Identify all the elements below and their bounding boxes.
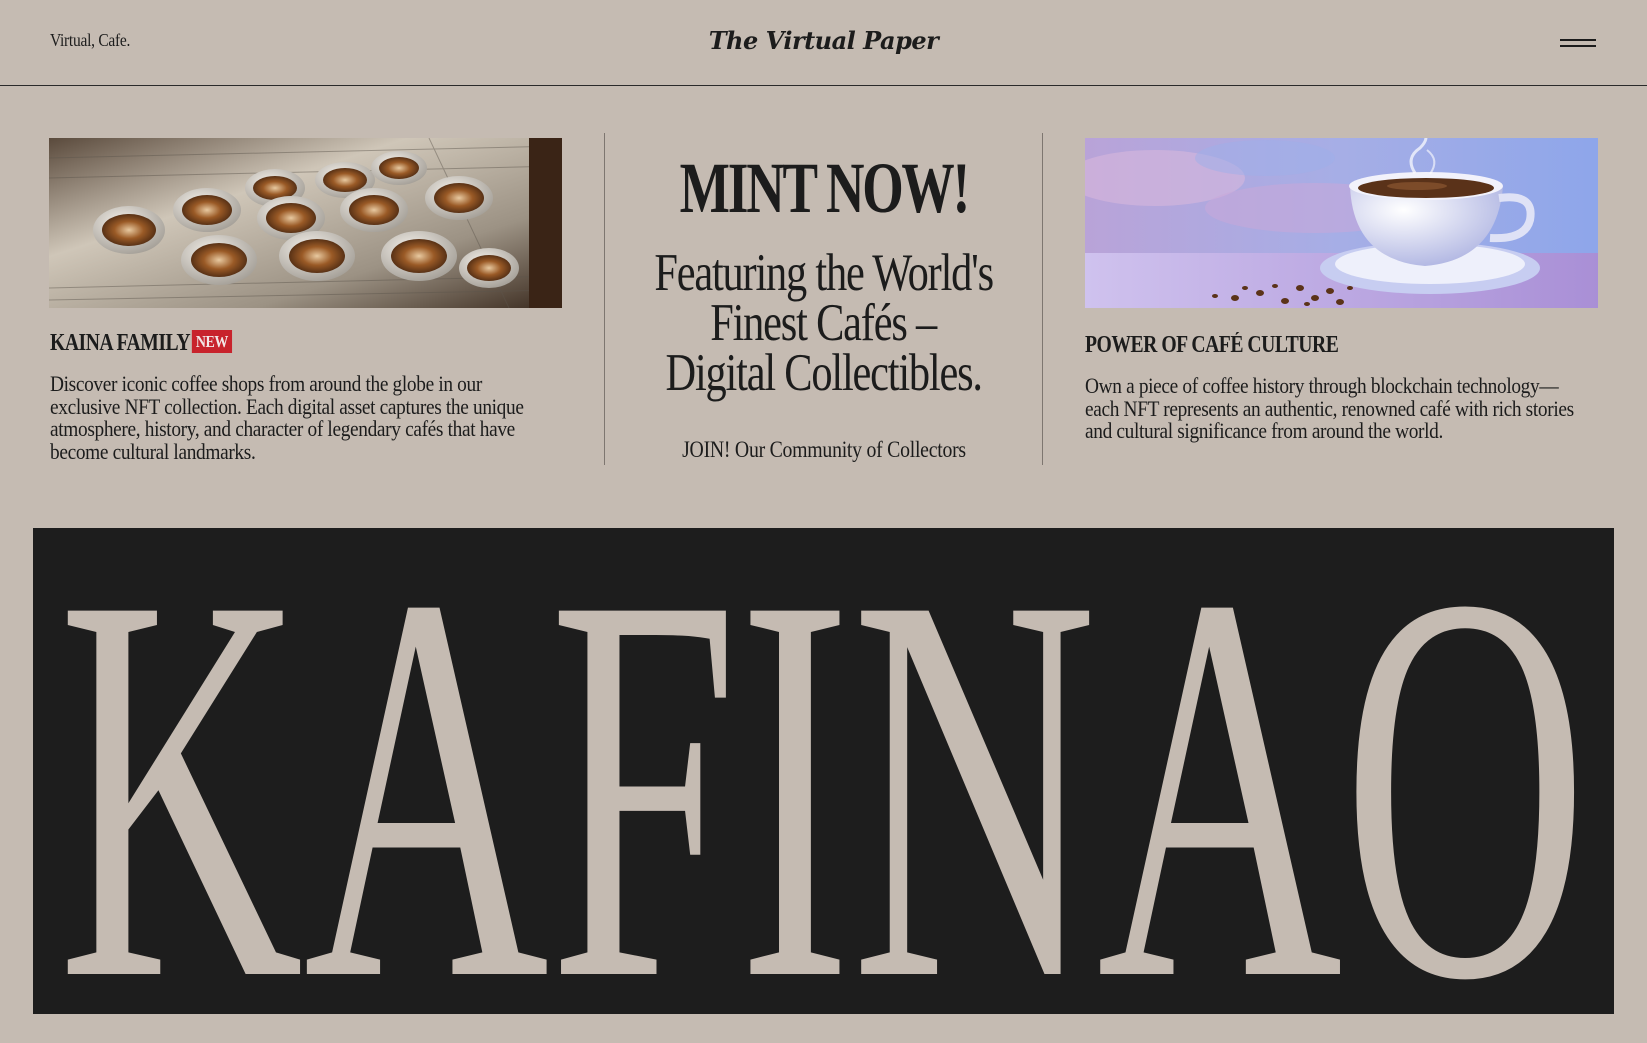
tagline-line-1: Featuring the World's (654, 244, 994, 302)
collectibles-tagline: Featuring the World's Finest Cafés – Dig… (605, 244, 1042, 402)
power-of-cafe-culture-heading[interactable]: POWER OF CAFÉ CULTURE (1085, 332, 1339, 359)
column-divider-right (1042, 133, 1043, 465)
cafe-culture-description: Own a piece of coffee history through bl… (1085, 373, 1574, 443)
menu-bar-bottom (1560, 45, 1596, 47)
kaina-family-description: Discover iconic coffee shops from around… (50, 371, 524, 464)
kafinao-banner: KAFINAO (33, 528, 1614, 1014)
kaina-family-heading[interactable]: KAINA FAMILY NEW (50, 330, 233, 357)
join-community-text: JOIN! Our Community of Collectors (681, 437, 966, 462)
menu-bar-top (1560, 39, 1596, 41)
kaina-family-title: KAINA FAMILY (50, 330, 191, 356)
hamburger-icon[interactable] (1560, 36, 1598, 50)
kafinao-wordmark: KAFINAO (58, 528, 1588, 1014)
coffee-cup-illustration-image[interactable] (1085, 138, 1598, 308)
mint-now-heading[interactable]: MINT NOW! (605, 148, 1042, 228)
new-badge: NEW (191, 330, 233, 353)
tagline-line-2: Finest Cafés – (710, 294, 938, 352)
join-community-link[interactable]: JOIN! Our Community of Collectors (605, 437, 1042, 463)
mint-now-text: MINT NOW! (679, 148, 970, 228)
site-header: Virtual, Cafe. The Virtual Paper (0, 0, 1647, 86)
tagline-line-3: Digital Collectibles. (665, 344, 983, 402)
site-logo-text[interactable]: The Virtual Paper (0, 26, 1647, 55)
coffee-cups-newspaper-image[interactable] (49, 138, 562, 308)
